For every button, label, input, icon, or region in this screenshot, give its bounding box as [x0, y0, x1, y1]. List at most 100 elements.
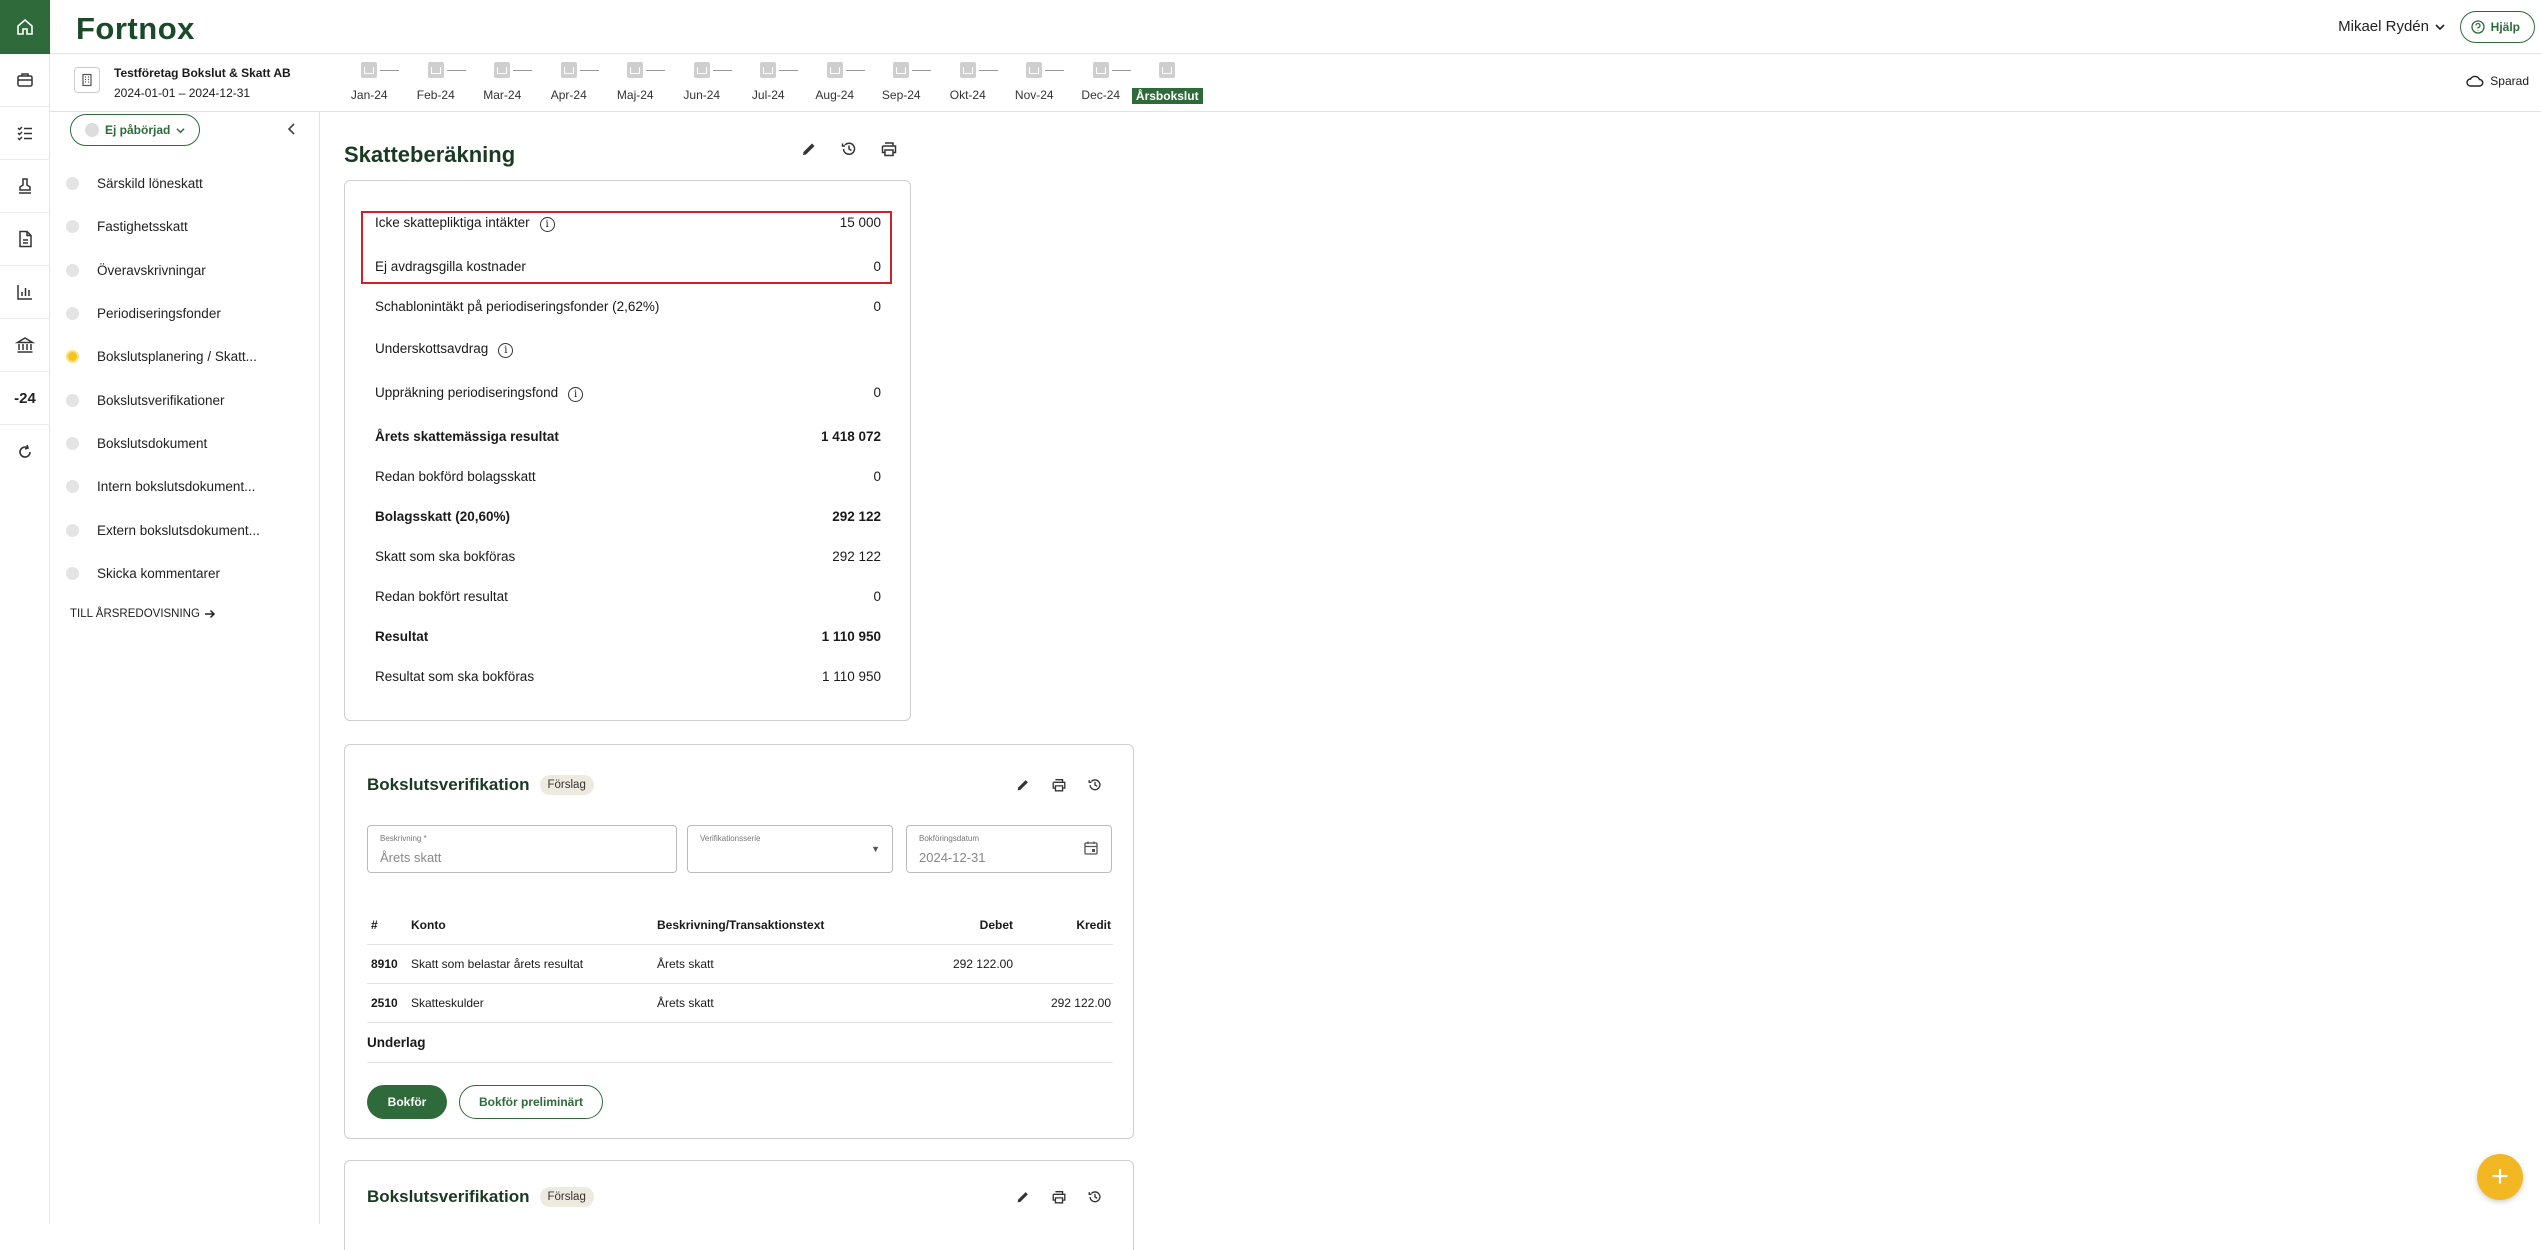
save-status: Sparad [2466, 74, 2529, 88]
voucher-actions [1015, 777, 1103, 798]
printer-icon [881, 142, 897, 157]
add-button[interactable]: + [2477, 1154, 2523, 1200]
help-button[interactable]: Hjälp [2459, 11, 2535, 43]
edit-button[interactable] [1015, 1189, 1031, 1210]
company-name: Testföretag Bokslut & Skatt AB [114, 66, 291, 80]
book-button[interactable]: Bokför [367, 1085, 447, 1119]
home-icon [17, 18, 33, 35]
month-dec[interactable]: Dec-24 [1068, 62, 1135, 104]
history-button[interactable] [840, 140, 858, 163]
chevron-down-icon [2435, 23, 2445, 30]
lock-icon [1026, 62, 1043, 78]
sidebar-item-intern-bokslutsdokument[interactable]: Intern bokslutsdokument... [66, 465, 316, 508]
step-dot-icon [66, 220, 79, 234]
user-menu[interactable]: Mikael Rydén [2338, 18, 2445, 35]
print-button[interactable] [880, 140, 898, 163]
checklist-icon [17, 126, 32, 141]
lock-icon [893, 62, 910, 78]
info-icon[interactable]: i [568, 387, 584, 402]
rail-item-stamp[interactable] [0, 160, 50, 213]
tax-row-skattemassiga-resultat: Årets skattemässiga resultat 1 418 072 [375, 429, 881, 444]
book-preliminary-button[interactable]: Bokför preliminärt [459, 1085, 603, 1119]
arrow-right-icon [204, 609, 215, 619]
step-dot-icon [66, 307, 79, 321]
lock-icon [427, 62, 444, 78]
company-icon [74, 67, 100, 93]
month-nov[interactable]: Nov-24 [1001, 62, 1068, 104]
sidebar-item-sarskild-loneskatt[interactable]: Särskild löneskatt [66, 162, 316, 205]
rail-item-bank[interactable] [0, 319, 50, 372]
edit-button[interactable] [1015, 777, 1031, 798]
to-annual-report-link[interactable]: TILL ÅRSREDOVISNING [70, 608, 216, 620]
print-button[interactable] [1051, 777, 1067, 798]
lock-icon [1159, 62, 1176, 78]
step-dot-icon [66, 523, 79, 537]
month-apr[interactable]: Apr-24 [536, 62, 603, 104]
lock-icon [560, 62, 577, 78]
history-button[interactable] [1087, 777, 1103, 798]
sidebar-item-overavskrivningar[interactable]: Överavskrivningar [66, 249, 316, 292]
status-dot-icon [85, 123, 99, 137]
help-label: Hjälp [2490, 20, 2520, 34]
month-jan[interactable]: Jan-24 [336, 62, 403, 104]
month-jul[interactable]: Jul-24 [735, 62, 802, 104]
calendar-icon[interactable] [1083, 840, 1099, 861]
series-select[interactable]: Verifikationsserie ▼ [687, 825, 893, 873]
tax-row-underskottsavdrag: Underskottsavdrag i [375, 341, 881, 358]
rail-item-checklist[interactable] [0, 107, 50, 160]
history-icon [1088, 779, 1101, 791]
chevron-left-icon [287, 123, 295, 135]
rail-item-briefcase[interactable] [0, 54, 50, 107]
info-icon[interactable]: i [539, 217, 555, 232]
month-aug[interactable]: Aug-24 [802, 62, 869, 104]
lock-icon [361, 62, 378, 78]
booking-date-field[interactable]: Bokföringsdatum 2024-12-31 [906, 825, 1112, 873]
rail-item-year[interactable]: -24 [0, 372, 50, 425]
status-badge: Förslag [539, 775, 594, 795]
tax-row-ej-avdragsgilla: Ej avdragsgilla kostnader 0 [375, 259, 881, 274]
pencil-icon [1017, 1192, 1028, 1203]
month-arsbokslut[interactable]: Årsbokslut [1131, 62, 1203, 104]
rail-item-refresh[interactable] [0, 425, 50, 478]
month-mar[interactable]: Mar-24 [469, 62, 536, 104]
rail-item-reports[interactable] [0, 266, 50, 319]
collapse-sidebar-button[interactable] [287, 122, 297, 140]
rail-item-document[interactable] [0, 213, 50, 266]
history-button[interactable] [1087, 1189, 1103, 1210]
sidebar-item-bokslutsplanering[interactable]: Bokslutsplanering / Skatt... [66, 335, 316, 378]
status-dropdown[interactable]: Ej påbörjad [70, 114, 201, 146]
document-icon [19, 230, 32, 248]
month-okt[interactable]: Okt-24 [935, 62, 1002, 104]
status-label: Ej påbörjad [105, 123, 171, 137]
month-jun[interactable]: Jun-24 [669, 62, 736, 104]
sidebar-item-skicka-kommentarer[interactable]: Skicka kommentarer [66, 552, 316, 595]
lock-icon [959, 62, 976, 78]
sidebar-item-fastighetsskatt[interactable]: Fastighetsskatt [66, 205, 316, 248]
sidebar-item-periodiseringsfonder[interactable]: Periodiseringsfonder [66, 292, 316, 335]
voucher-table: # Konto Beskrivning/Transaktionstext Deb… [367, 905, 1113, 1023]
rail-year-label: -24 [14, 389, 36, 407]
print-button[interactable] [1051, 1189, 1067, 1210]
step-dot-icon [66, 263, 79, 277]
step-dot-icon [66, 480, 79, 494]
table-header: # Konto Beskrivning/Transaktionstext Deb… [367, 905, 1113, 945]
fiscal-period: 2024-01-01 – 2024-12-31 [114, 86, 251, 100]
step-dot-icon [66, 350, 79, 364]
home-button[interactable] [0, 0, 50, 54]
description-field[interactable]: Beskrivning * Årets skatt [367, 825, 677, 873]
fortnox-logo[interactable]: Fortnox [76, 11, 195, 47]
month-maj[interactable]: Maj-24 [602, 62, 669, 104]
sidebar-nav: Särskild löneskatt Fastighetsskatt Övera… [66, 162, 316, 595]
edit-button[interactable] [800, 140, 818, 163]
month-sep[interactable]: Sep-24 [868, 62, 935, 104]
tax-calculation-title: Skatteberäkning [344, 142, 516, 167]
info-icon[interactable]: i [498, 343, 514, 358]
tax-row-upprakning: Uppräkning periodiseringsfond i 0 [375, 385, 881, 402]
status-badge: Förslag [539, 1187, 594, 1207]
sidebar-item-extern-bokslutsdokument[interactable]: Extern bokslutsdokument... [66, 508, 316, 551]
attachments-section[interactable]: Underlag [367, 1035, 1113, 1063]
month-feb[interactable]: Feb-24 [403, 62, 470, 104]
left-rail: -24 [0, 0, 50, 1224]
sidebar-item-bokslutsverifikationer[interactable]: Bokslutsverifikationer [66, 378, 316, 421]
sidebar-item-bokslutsdokument[interactable]: Bokslutsdokument [66, 422, 316, 465]
